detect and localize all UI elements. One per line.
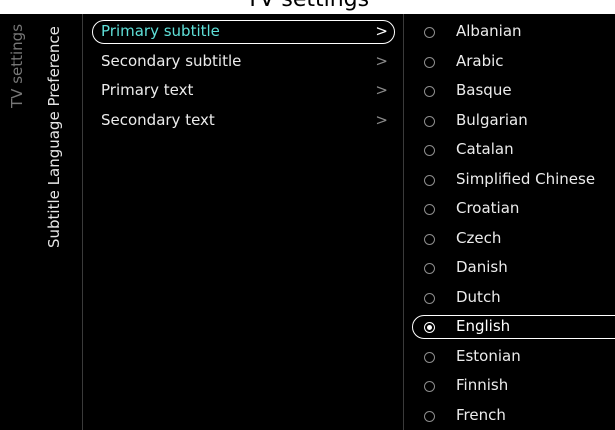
radio-icon: [424, 27, 435, 38]
radio-icon: [424, 292, 435, 304]
language-option[interactable]: English: [412, 315, 615, 339]
language-option[interactable]: French: [412, 404, 615, 428]
language-option[interactable]: Catalan: [412, 138, 615, 162]
language-option-label: Finnish: [456, 376, 509, 394]
menu-item-secondary-text[interactable]: Secondary text >: [92, 109, 395, 133]
radio-icon: [424, 322, 435, 333]
radio-icon: [424, 381, 435, 392]
language-option-label: Croatian: [456, 199, 520, 217]
menu-item-label: Primary text: [101, 81, 194, 99]
language-option-label: Arabic: [456, 51, 504, 70]
radio-icon: [424, 204, 435, 215]
column-divider: [403, 14, 404, 430]
radio-icon: [424, 410, 435, 422]
language-option[interactable]: Arabic: [412, 50, 615, 74]
language-option[interactable]: Dutch: [412, 286, 615, 310]
language-option-label: Danish: [456, 258, 508, 276]
language-option[interactable]: Croatian: [412, 197, 615, 221]
language-option-label: English: [456, 317, 511, 335]
radio-icon: [424, 115, 435, 127]
language-option[interactable]: Estonian: [412, 345, 615, 369]
radio-icon: [424, 56, 435, 68]
menu-item-label: Primary subtitle: [101, 22, 220, 40]
language-option-label: Dutch: [456, 287, 501, 306]
page-title: TV settings: [0, 0, 615, 14]
menu-item-primary-subtitle[interactable]: Primary subtitle >: [92, 20, 395, 44]
breadcrumb-root[interactable]: TV settings: [8, 24, 26, 108]
language-option-label: Catalan: [456, 140, 514, 158]
language-option-label: Czech: [456, 228, 502, 247]
language-option[interactable]: Simplified Chinese: [412, 168, 615, 192]
radio-icon: [424, 174, 435, 186]
radio-icon: [424, 263, 435, 274]
language-option[interactable]: Czech: [412, 227, 615, 251]
menu-item-secondary-subtitle[interactable]: Secondary subtitle >: [92, 50, 395, 74]
language-option-label: Estonian: [456, 346, 521, 365]
chevron-right-icon: >: [375, 22, 388, 40]
language-option[interactable]: Finnish: [412, 374, 615, 398]
chevron-right-icon: >: [375, 52, 388, 70]
language-option-label: French: [456, 405, 506, 424]
radio-icon: [424, 351, 435, 363]
language-option-label: Bulgarian: [456, 110, 528, 129]
language-option-label: Basque: [456, 81, 512, 99]
language-option[interactable]: Albanian: [412, 20, 615, 44]
radio-icon: [424, 145, 435, 156]
column-divider: [82, 14, 83, 430]
language-option[interactable]: Bulgarian: [412, 109, 615, 133]
radio-icon: [424, 233, 435, 245]
chevron-right-icon: >: [375, 81, 388, 99]
top-title-bar: TV settings: [0, 0, 615, 14]
language-option[interactable]: Danish: [412, 256, 615, 280]
language-option[interactable]: Basque: [412, 79, 615, 103]
language-option-label: Simplified Chinese: [456, 169, 596, 188]
breadcrumb-section[interactable]: Subtitle Language Preference: [45, 26, 63, 248]
menu-item-label: Secondary text: [101, 111, 215, 129]
menu-item-label: Secondary subtitle: [101, 52, 242, 70]
menu-item-primary-text[interactable]: Primary text >: [92, 79, 395, 103]
radio-icon: [424, 86, 435, 97]
language-option-label: Albanian: [456, 22, 522, 40]
chevron-right-icon: >: [375, 111, 388, 129]
